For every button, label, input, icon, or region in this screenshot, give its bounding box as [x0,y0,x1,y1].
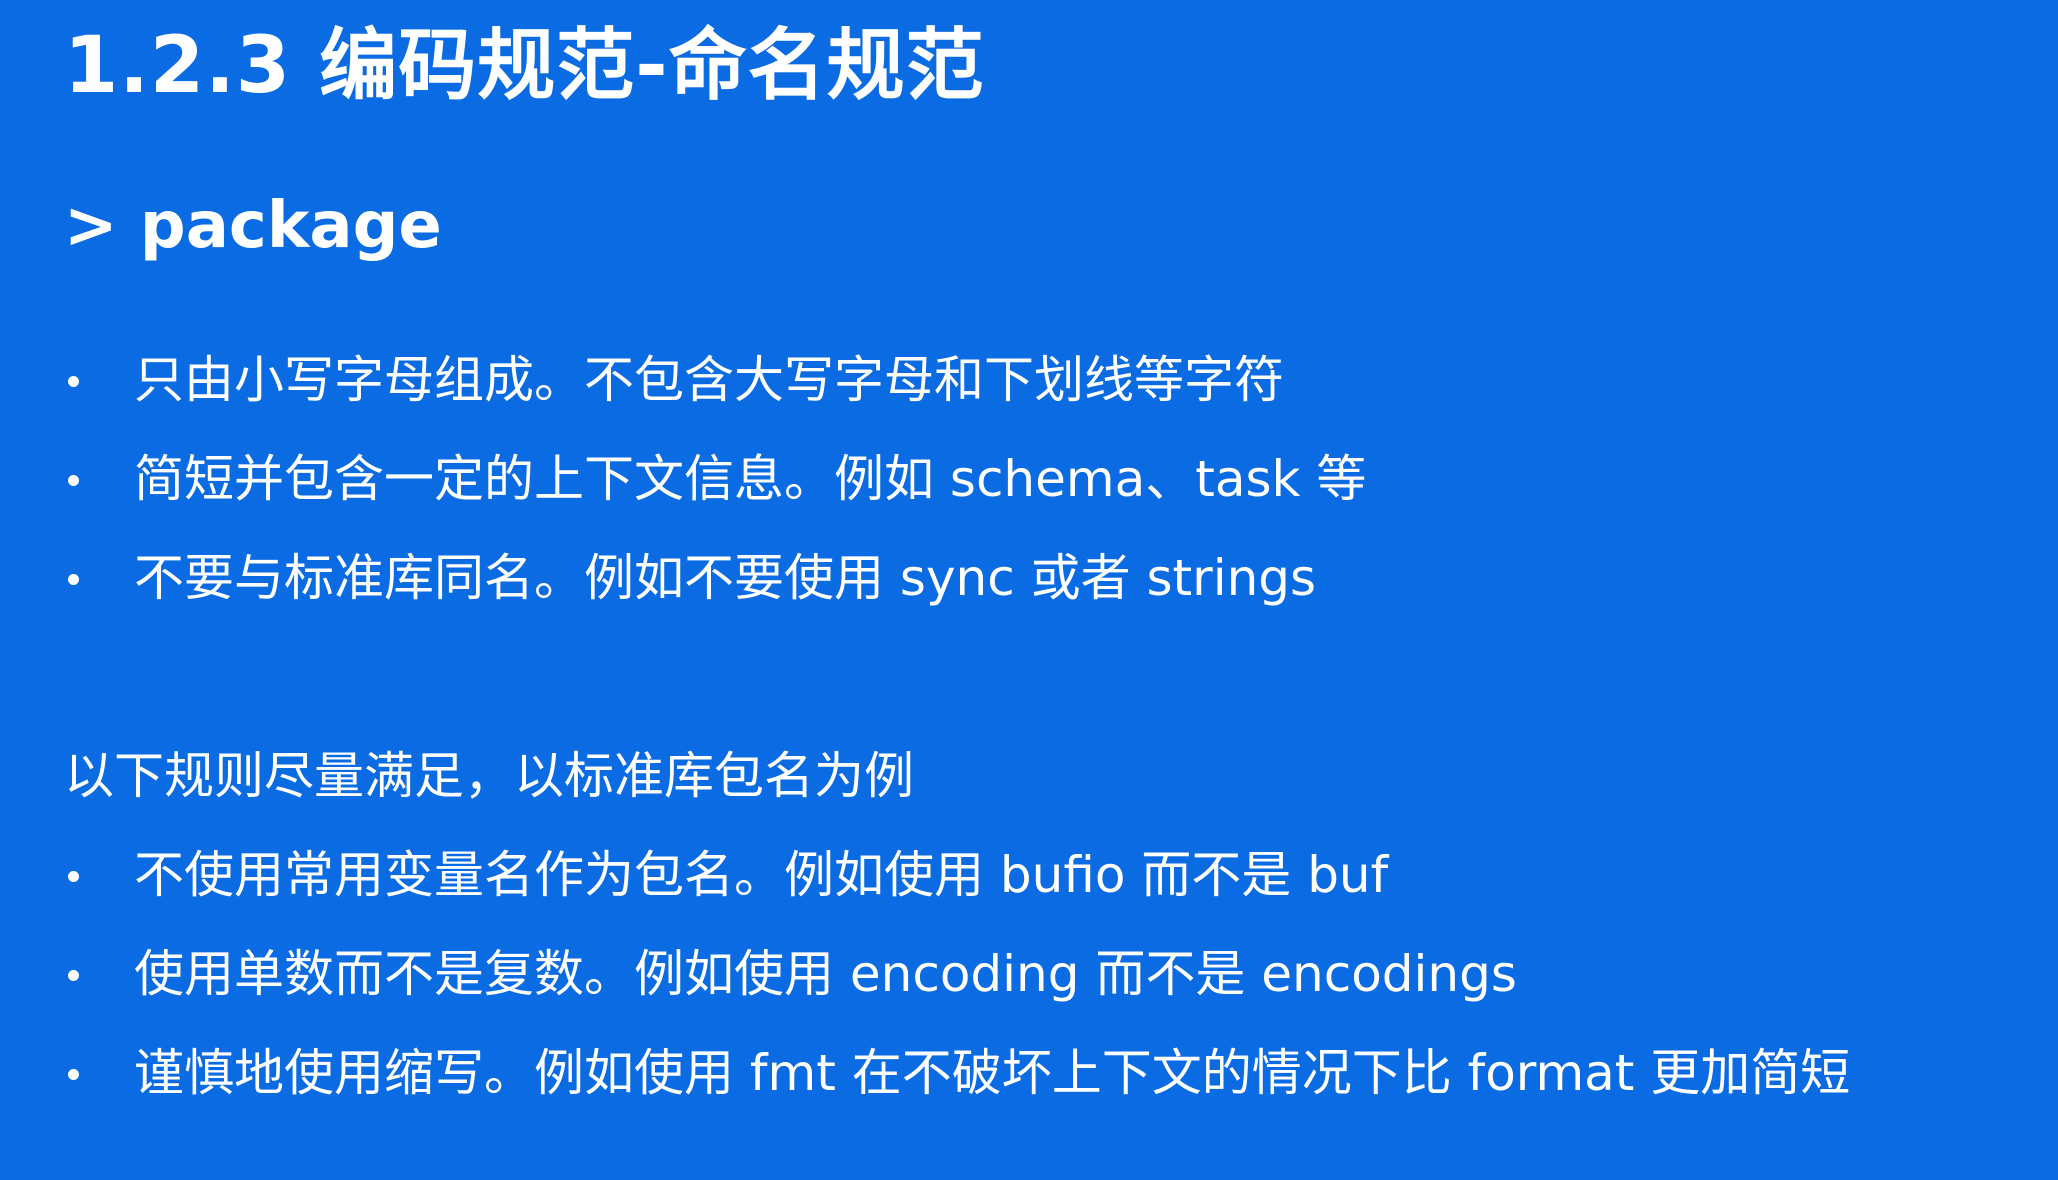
bullet-icon [68,871,79,882]
bullet-icon [68,970,79,981]
list-item-text: 只由小写字母组成。不包含大写字母和下划线等字符 [134,351,1284,409]
slide: 1.2.3 编码规范-命名规范 > package 只由小写字母组成。不包含大写… [0,0,2058,1180]
bullet-icon [68,574,79,585]
bullet-icon [68,376,79,387]
guidelines-intro: 以下规则尽量满足，以标准库包名为例 [64,747,914,805]
bullet-icon [68,475,79,486]
list-item-text: 谨慎地使用缩写。例如使用 fmt 在不破坏上下文的情况下比 format 更加简… [134,1044,1851,1102]
bullet-icon [68,1069,79,1080]
list-item-text: 简短并包含一定的上下文信息。例如 schema、task 等 [134,450,1367,508]
list-item-text: 使用单数而不是复数。例如使用 encoding 而不是 encodings [134,945,1517,1003]
section-heading-package: > package [64,189,442,263]
list-item-text: 不要与标准库同名。例如不要使用 sync 或者 strings [134,549,1317,607]
slide-title: 1.2.3 编码规范-命名规范 [64,21,985,111]
list-item-text: 不使用常用变量名作为包名。例如使用 bufio 而不是 buf [134,846,1389,904]
